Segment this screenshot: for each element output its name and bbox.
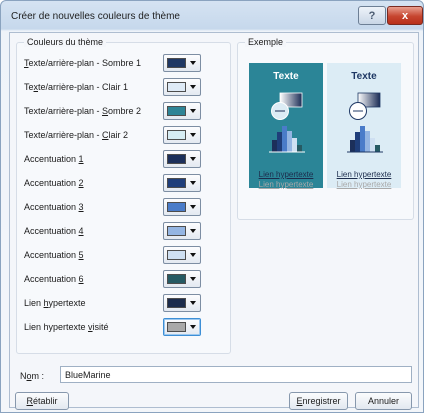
color-swatch <box>167 322 186 332</box>
color-swatch <box>167 154 186 164</box>
sample-light-links: Lien hypertexte Lien hypertexte <box>327 170 401 190</box>
sample-group-title: Exemple <box>245 37 287 47</box>
chevron-down-icon <box>190 85 196 89</box>
chevron-down-icon <box>190 325 196 329</box>
color-swatch <box>167 250 186 260</box>
theme-color-label: Accentuation 5 <box>24 250 84 260</box>
theme-color-row: Accentuation 4 <box>24 222 204 242</box>
theme-color-row: Accentuation 6 <box>24 270 204 290</box>
theme-color-label: Accentuation 1 <box>24 154 84 164</box>
cancel-button[interactable]: Annuler <box>355 392 412 410</box>
close-button[interactable]: x <box>387 6 423 25</box>
theme-color-row: Accentuation 3 <box>24 198 204 218</box>
color-swatch <box>167 58 186 68</box>
sample-light-preview: Texte Lien hypertexte Lien hypertexte <box>327 63 401 190</box>
color-picker-button[interactable] <box>163 246 201 264</box>
dialog-body: Couleurs du thème Texte/arrière-plan - S… <box>9 32 419 410</box>
theme-color-label: Texte/arrière-plan - Sombre 2 <box>24 106 142 116</box>
save-button[interactable]: Enregistrer <box>289 392 348 410</box>
title-bar: Créer de nouvelles couleurs de thème ? x <box>1 1 423 33</box>
theme-color-label: Accentuation 4 <box>24 226 84 236</box>
color-picker-button[interactable] <box>163 294 201 312</box>
theme-colors-group: Couleurs du thème Texte/arrière-plan - S… <box>16 37 231 354</box>
theme-color-row: Accentuation 5 <box>24 246 204 266</box>
chevron-down-icon <box>190 133 196 137</box>
theme-color-label: Texte/arrière-plan - Clair 2 <box>24 130 129 140</box>
color-picker-button[interactable] <box>163 78 201 96</box>
color-picker-button[interactable] <box>163 222 201 240</box>
sample-light-heading: Texte <box>351 71 377 82</box>
theme-name-input[interactable] <box>60 366 412 383</box>
chevron-down-icon <box>190 301 196 305</box>
color-swatch <box>167 226 186 236</box>
theme-color-label: Accentuation 2 <box>24 178 84 188</box>
chevron-down-icon <box>190 205 196 209</box>
color-picker-button[interactable] <box>163 270 201 288</box>
color-picker-button[interactable] <box>163 174 201 192</box>
help-button[interactable]: ? <box>358 6 386 25</box>
sample-light-hyperlink: Lien hypertexte <box>336 170 392 179</box>
theme-colors-group-title: Couleurs du thème <box>24 37 107 47</box>
close-icon: x <box>401 9 409 22</box>
sample-dark-heading: Texte <box>273 71 299 82</box>
color-swatch <box>167 130 186 140</box>
theme-color-row: Lien hypertexte <box>24 294 204 314</box>
color-swatch <box>167 178 186 188</box>
color-picker-button[interactable] <box>163 102 201 120</box>
sample-group: Exemple Texte Lien hypertexte Lien hyper… <box>237 37 414 220</box>
color-swatch <box>167 82 186 92</box>
theme-color-row: Texte/arrière-plan - Clair 1 <box>24 78 204 98</box>
sample-dark-visited-link: Lien hypertexte <box>258 180 314 189</box>
chevron-down-icon <box>190 61 196 65</box>
help-icon: ? <box>368 9 376 22</box>
theme-color-label: Lien hypertexte <box>24 298 86 308</box>
sample-dark-hyperlink: Lien hypertexte <box>258 170 314 179</box>
sample-dark-preview: Texte Lien hypertexte Lien hypertexte <box>249 63 323 190</box>
color-swatch <box>167 202 186 212</box>
sample-light-shapes-icon <box>347 92 383 153</box>
theme-color-label: Texte/arrière-plan - Clair 1 <box>24 82 129 92</box>
theme-color-row: Lien hypertexte visité <box>24 318 204 338</box>
theme-color-label: Lien hypertexte visité <box>24 322 109 332</box>
sample-dark-shapes-icon <box>269 92 305 153</box>
color-picker-button[interactable] <box>163 198 201 216</box>
dialog-window: Créer de nouvelles couleurs de thème ? x… <box>0 0 424 413</box>
sample-light-visited-link: Lien hypertexte <box>336 180 392 189</box>
theme-color-label: Texte/arrière-plan - Sombre 1 <box>24 58 142 68</box>
theme-color-row: Accentuation 1 <box>24 150 204 170</box>
theme-color-row: Texte/arrière-plan - Clair 2 <box>24 126 204 146</box>
sample-dark-links: Lien hypertexte Lien hypertexte <box>249 170 323 190</box>
theme-color-row: Texte/arrière-plan - Sombre 2 <box>24 102 204 122</box>
color-picker-button[interactable] <box>163 150 201 168</box>
chevron-down-icon <box>190 229 196 233</box>
chevron-down-icon <box>190 253 196 257</box>
chevron-down-icon <box>190 109 196 113</box>
theme-color-row: Texte/arrière-plan - Sombre 1 <box>24 54 204 74</box>
chevron-down-icon <box>190 181 196 185</box>
reset-button[interactable]: Rétablir <box>15 392 69 410</box>
dialog-title: Créer de nouvelles couleurs de thème <box>11 11 180 22</box>
color-picker-button[interactable] <box>163 318 201 336</box>
color-swatch <box>167 274 186 284</box>
color-swatch <box>167 106 186 116</box>
color-swatch <box>167 298 186 308</box>
color-picker-button[interactable] <box>163 54 201 72</box>
color-picker-button[interactable] <box>163 126 201 144</box>
chevron-down-icon <box>190 277 196 281</box>
name-label: Nom : <box>20 371 45 381</box>
theme-color-label: Accentuation 6 <box>24 274 84 284</box>
theme-color-label: Accentuation 3 <box>24 202 84 212</box>
chevron-down-icon <box>190 157 196 161</box>
theme-color-row: Accentuation 2 <box>24 174 204 194</box>
